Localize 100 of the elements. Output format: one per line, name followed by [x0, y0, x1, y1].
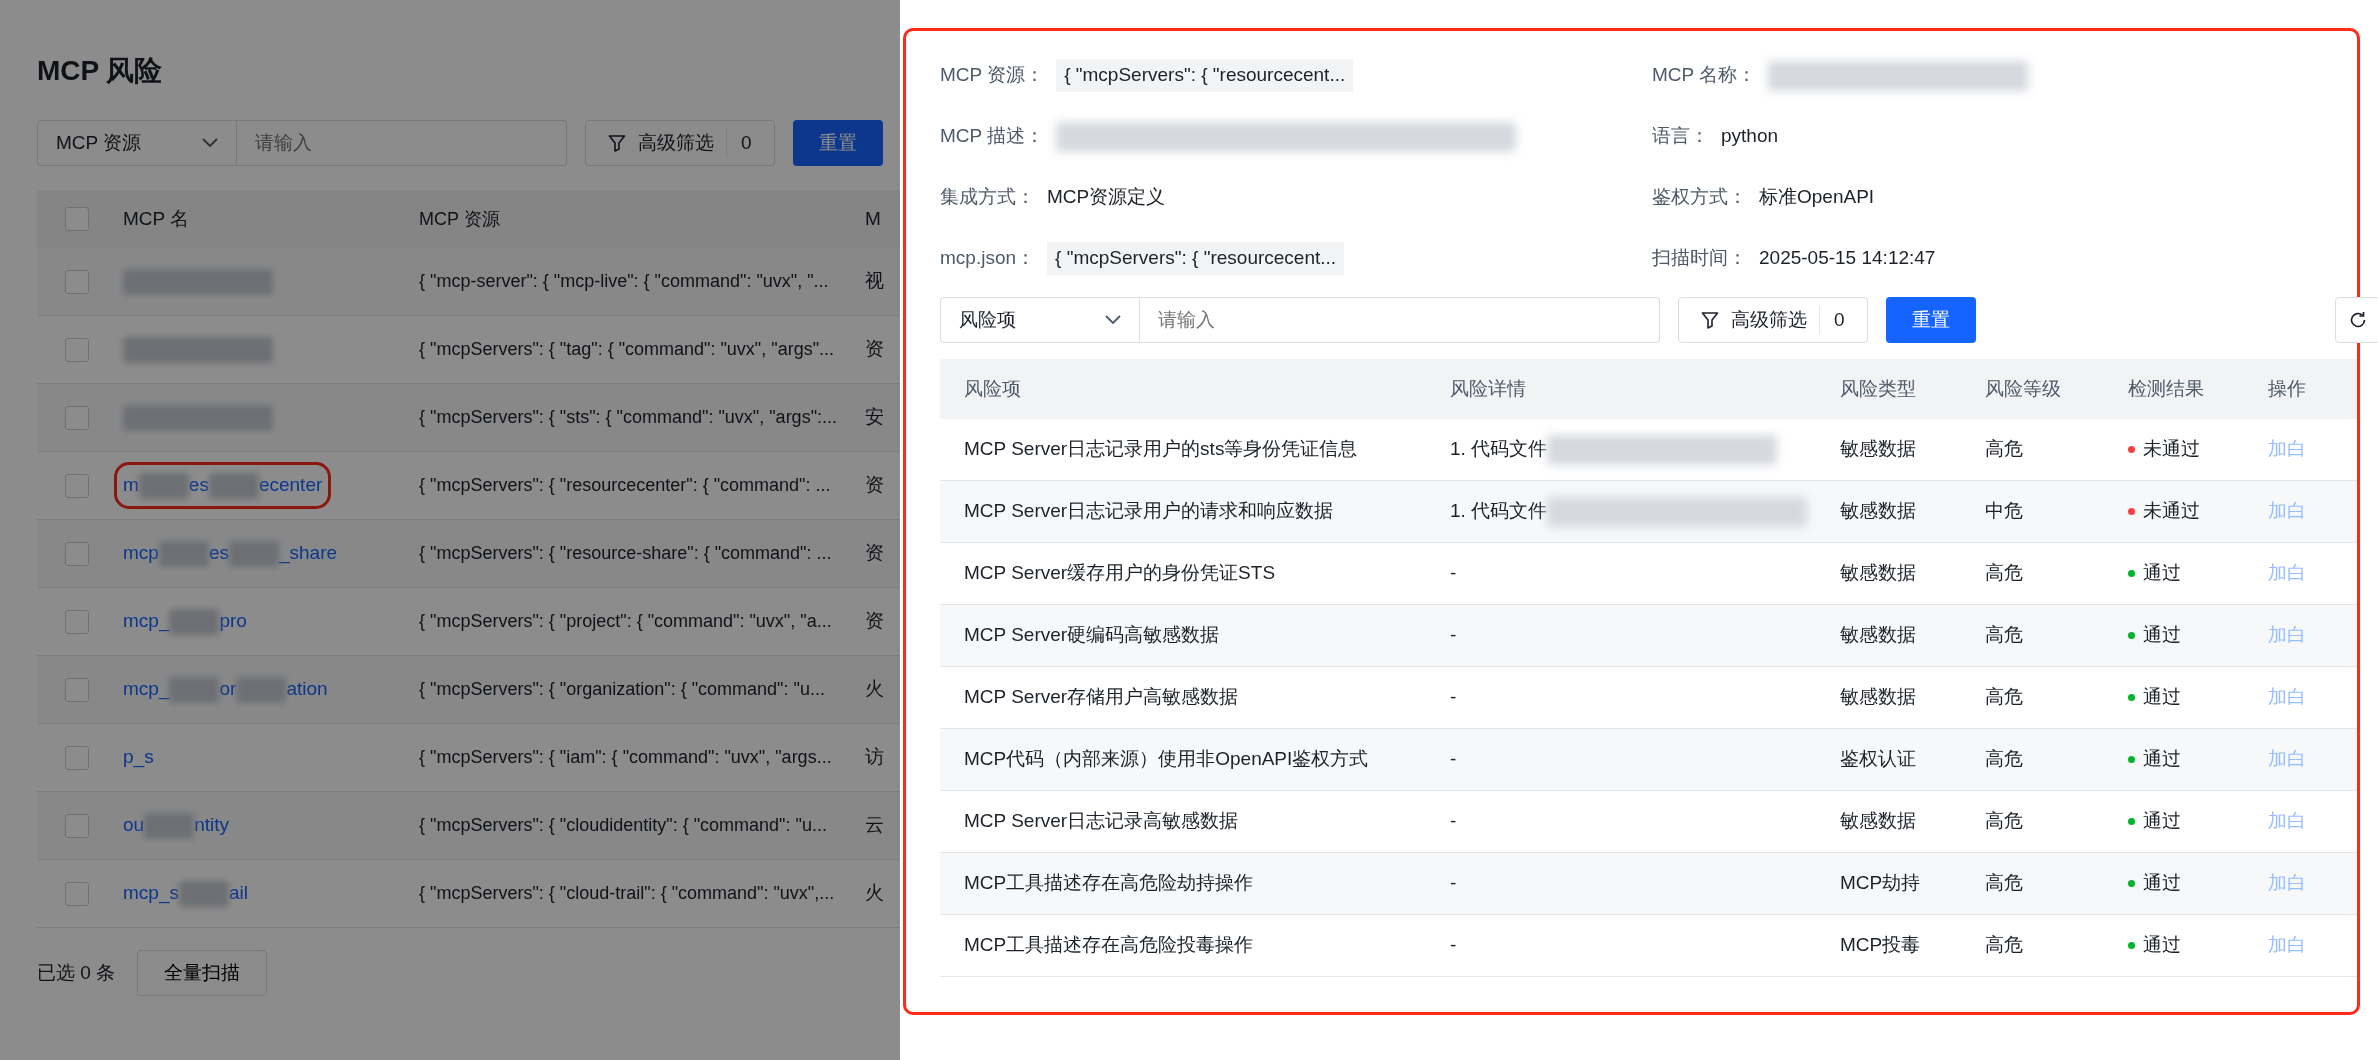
column-header: M [865, 207, 881, 229]
whitelist-link[interactable]: 加白 [2268, 562, 2306, 584]
table-cell: 敏感数据 [1840, 438, 1916, 460]
name-link[interactable]: pro [219, 607, 247, 636]
reset-button[interactable]: 重置 [1885, 297, 1976, 343]
name-link[interactable]: es [188, 471, 209, 500]
row-checkbox[interactable] [65, 337, 89, 362]
table-cell: { "mcpServers": { "cloudidentity": { "command": "u... [419, 815, 827, 835]
whitelist-link[interactable]: 加白 [2268, 624, 2306, 646]
name-link[interactable]: ecenter [258, 471, 323, 500]
name-link[interactable]: or [219, 675, 237, 704]
table-cell: MCP Server硬编码高敏感数据 [964, 624, 1220, 646]
name-link[interactable]: p_s [123, 743, 154, 772]
whitelist-link[interactable]: 加白 [2268, 500, 2306, 522]
name-link[interactable]: mcp [123, 539, 159, 568]
column-header: 操作 [2268, 377, 2306, 399]
table-cell: { "mcpServers": { "resource-share": { "command": ... [419, 543, 832, 563]
status-text: 通过 [2143, 561, 2181, 586]
table-cell: 鉴权认证 [1840, 748, 1916, 770]
name-link[interactable]: mcp_ [123, 675, 170, 704]
field-label: 语言： [1652, 124, 1709, 149]
field-value: 标准OpenAPI [1759, 185, 1875, 210]
reset-button[interactable]: 重置 [792, 120, 883, 166]
column-header: 风险项 [964, 377, 1021, 399]
advanced-filter-button[interactable]: 高级筛选 0 [585, 120, 775, 166]
field-label: MCP 名称： [1652, 63, 1757, 88]
whitelist-link[interactable]: 加白 [2268, 438, 2306, 460]
redaction-blur [236, 676, 287, 703]
name-link[interactable]: ation [286, 675, 328, 704]
table-cell: 高危 [1985, 562, 2023, 584]
whitelist-link[interactable]: 加白 [2268, 748, 2306, 770]
table-cell-text: - [1450, 933, 1457, 958]
name-link[interactable]: m [123, 471, 139, 500]
filter-icon [1701, 311, 1719, 329]
redaction-blur [169, 676, 220, 703]
row-checkbox[interactable] [65, 405, 89, 430]
field-label: 集成方式： [940, 185, 1035, 210]
name-link[interactable]: _share [279, 539, 338, 568]
column-header: 风险等级 [1985, 377, 2061, 399]
field-value: { "mcpServers": { "resourcecent... [1056, 59, 1354, 92]
select-all-checkbox[interactable] [65, 207, 89, 231]
name-link[interactable]: ail [228, 879, 248, 908]
scan-all-button[interactable]: 全量扫描 [137, 950, 268, 996]
table-cell: MCP Server缓存用户的身份凭证STS [964, 562, 1276, 584]
name-link[interactable]: mcp_s [123, 879, 179, 908]
row-checkbox[interactable] [65, 473, 89, 498]
name-link[interactable]: ntity [194, 811, 229, 840]
table-cell: 敏感数据 [1840, 686, 1916, 708]
table-cell: 敏感数据 [1840, 810, 1916, 832]
table-cell: 访 [865, 746, 884, 768]
row-checkbox[interactable] [65, 677, 89, 702]
table-cell: 高危 [1985, 438, 2023, 460]
status-text: 通过 [2143, 871, 2181, 896]
refresh-icon [2348, 310, 2368, 330]
column-header: MCP 资源 [419, 208, 500, 229]
name-link[interactable]: ou [123, 811, 145, 840]
row-checkbox[interactable] [65, 813, 89, 838]
whitelist-link[interactable]: 加白 [2268, 810, 2306, 832]
table-cell: MCP工具描述存在高危险投毒操作 [964, 934, 1254, 956]
table-cell: 视 [865, 270, 884, 292]
name-link[interactable]: es [208, 539, 229, 568]
whitelist-link[interactable]: 加白 [2268, 934, 2306, 956]
selection-count: 已选 0 条 [37, 960, 116, 985]
redaction-blur [208, 472, 259, 499]
redaction-blur [158, 540, 209, 567]
row-checkbox[interactable] [65, 609, 89, 634]
field-select[interactable]: MCP 资源 [37, 120, 237, 166]
table-cell-text: 1. 代码文件 [1450, 437, 1548, 462]
redaction-blur [144, 812, 195, 839]
name-link[interactable]: mcp_ [123, 607, 170, 636]
column-header: MCP 名 [123, 206, 190, 231]
whitelist-link[interactable]: 加白 [2268, 686, 2306, 708]
search-field[interactable]: 请输入 [237, 120, 567, 166]
search-field[interactable]: 请输入 [1140, 297, 1660, 343]
row-checkbox[interactable] [65, 745, 89, 770]
table-cell: 火 [865, 678, 884, 700]
whitelist-link[interactable]: 加白 [2268, 872, 2306, 894]
table-cell: 火 [865, 882, 884, 904]
field-select[interactable]: 风险项 [940, 297, 1140, 343]
table-cell: MCP Server日志记录用户的请求和响应数据 [964, 500, 1334, 522]
row-checkbox[interactable] [65, 881, 89, 906]
table-cell: { "mcpServers": { "iam": { "command": "uvx", "args... [419, 747, 832, 767]
table-cell: 敏感数据 [1840, 562, 1916, 584]
row-checkbox[interactable] [65, 269, 89, 294]
field-value: MCP资源定义 [1047, 185, 1166, 210]
refresh-button[interactable] [2335, 297, 2378, 343]
chevron-down-icon [202, 138, 218, 148]
status-text: 通过 [2143, 623, 2181, 648]
table-cell: 中危 [1985, 500, 2023, 522]
table-cell-text: - [1450, 747, 1457, 772]
field-label: MCP 资源： [940, 63, 1045, 88]
table-cell-text: - [1450, 623, 1457, 648]
table-cell: MCP代码（内部来源）使用非OpenAPI鉴权方式 [964, 748, 1369, 770]
advanced-filter-button[interactable]: 高级筛选 0 [1678, 297, 1868, 343]
column-header: 风险类型 [1840, 377, 1916, 399]
table-cell: 高危 [1985, 872, 2023, 894]
table-cell: MCP Server存储用户高敏感数据 [964, 686, 1239, 708]
field-label: MCP 描述： [940, 124, 1045, 149]
table-cell: 资 [865, 338, 884, 360]
row-checkbox[interactable] [65, 541, 89, 566]
